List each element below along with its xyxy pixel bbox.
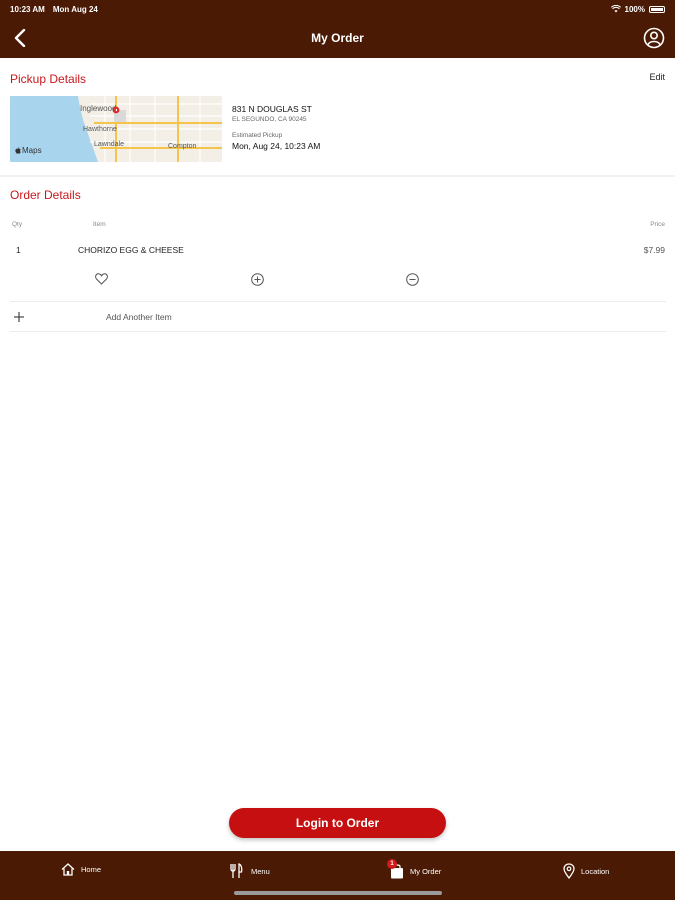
user-profile-icon [643,27,665,49]
tab-location-label: Location [581,866,610,876]
home-indicator [234,891,442,895]
tab-my-order[interactable]: 1 My Order [387,859,442,879]
pickup-address: 831 N DOUGLAS ST EL SEGUNDO, CA 90245 Es… [232,104,320,151]
battery-percent: 100% [624,4,645,14]
item-name: CHORIZO EGG & CHEESE [78,245,184,255]
pickup-map[interactable]: Inglewood Hawthorne Lawndale Compton Map… [10,96,222,162]
map-label-lawndale: Lawndale [94,141,124,148]
add-another-item-label: Add Another Item [106,312,172,322]
plus-circle-icon [250,272,264,286]
location-pin-icon [563,863,575,879]
page-title: My Order [311,31,364,45]
favorite-button[interactable] [94,272,108,286]
tab-location[interactable]: Location [563,863,609,879]
row-divider [10,301,666,302]
plus-icon [10,308,28,326]
address-city: EL SEGUNDO, CA 90245 [232,116,307,123]
maps-attribution-text: Maps [22,146,42,155]
item-qty: 1 [16,245,21,255]
tab-menu-label: Menu [251,866,270,876]
wifi-icon [610,5,621,13]
heart-icon [94,273,108,285]
row-divider-bottom [10,331,666,332]
tab-home-label: Home [81,865,102,874]
edit-pickup-link[interactable]: Edit [649,72,665,82]
tab-home[interactable]: Home [61,863,101,876]
order-details-title: Order Details [10,188,81,202]
item-price: $7.99 [643,245,665,255]
estimated-pickup-label: Estimated Pickup [232,132,283,139]
map-label-hawthorne: Hawthorne [83,126,117,133]
column-price: Price [650,221,665,228]
address-street: 831 N DOUGLAS ST [232,104,312,114]
pickup-details-title: Pickup Details [10,72,87,86]
minus-circle-icon [405,272,419,286]
tab-menu[interactable]: Menu [229,863,270,879]
estimated-pickup-value: Mon, Aug 24, 10:23 AM [232,141,321,151]
add-another-item-button[interactable]: Add Another Item [10,308,410,326]
order-count-badge: 1 [387,859,397,869]
battery-icon [649,5,665,13]
chevron-left-icon [14,29,26,47]
section-divider [0,175,675,177]
increase-quantity-button[interactable] [250,272,264,286]
column-qty: Qty [12,221,23,228]
profile-button[interactable] [643,27,665,49]
home-icon [61,863,75,876]
status-bar: 10:23 AM Mon Aug 24 100% [0,0,675,18]
status-time: 10:23 AM [10,4,45,14]
status-date: Mon Aug 24 [52,4,98,14]
apple-logo-icon [15,147,21,154]
decrease-quantity-button[interactable] [405,272,419,286]
back-button[interactable] [10,26,30,50]
maps-attribution: Maps [15,146,42,155]
login-to-order-button[interactable]: Login to Order [229,808,446,838]
map-label-inglewood: Inglewood [80,104,117,113]
nav-bar: My Order [0,18,675,58]
map-label-compton: Compton [168,143,197,150]
menu-utensils-icon [230,863,243,878]
tab-my-order-label: My Order [410,866,442,876]
column-item: Item [93,221,106,228]
